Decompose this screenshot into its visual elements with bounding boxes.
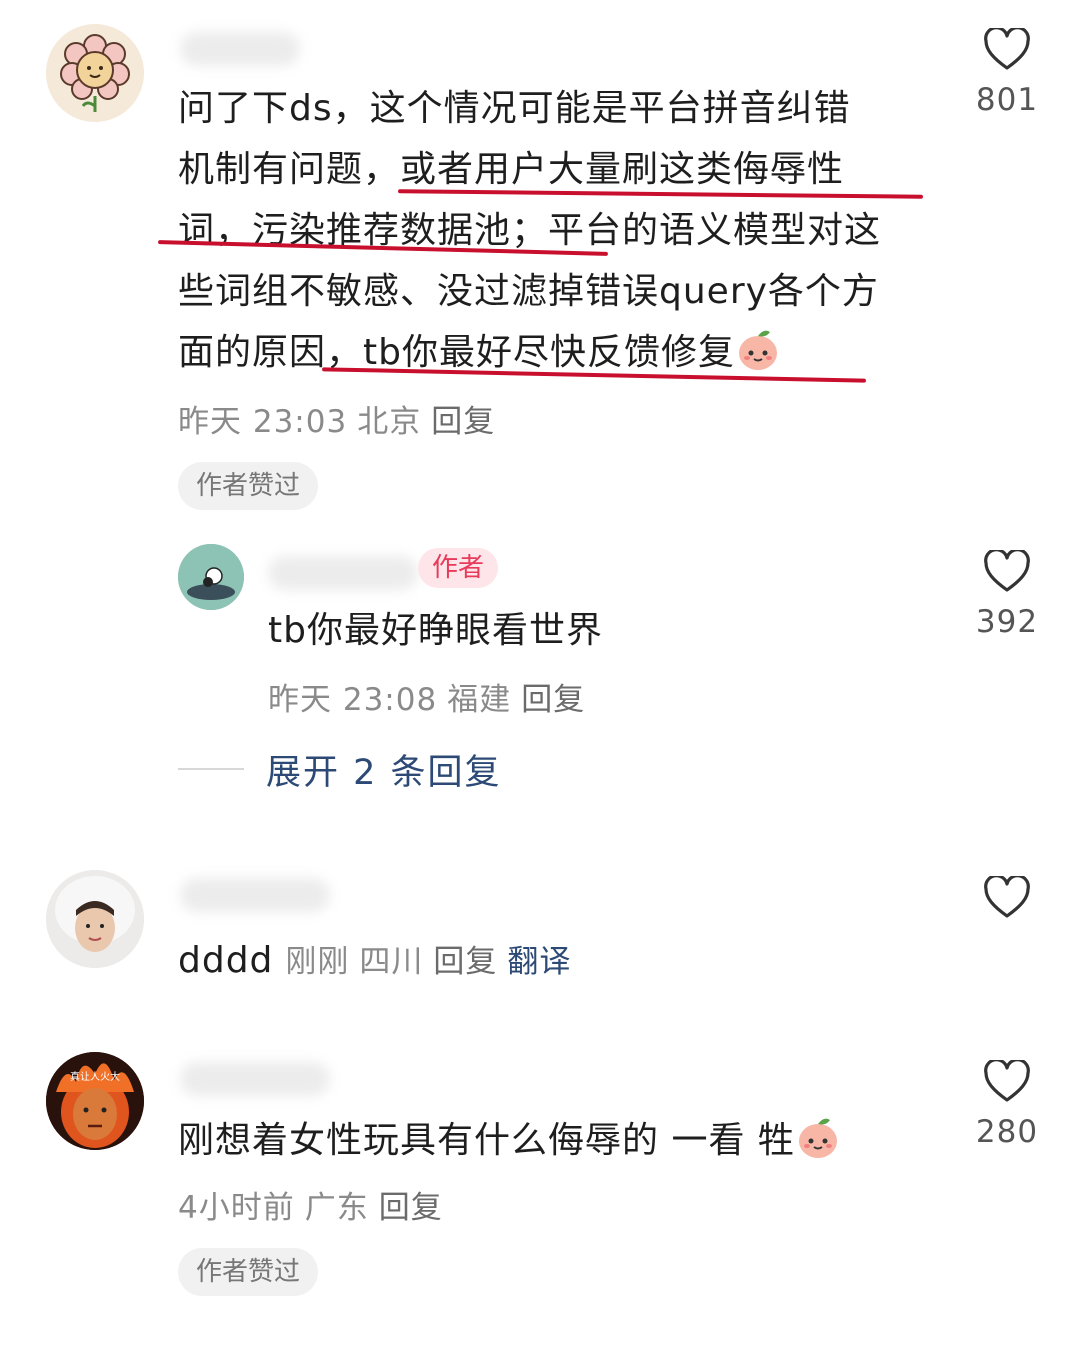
- comment-time: 4小时前: [178, 1190, 295, 1226]
- comment-meta: 昨天 23:03 北京 回复: [178, 396, 505, 441]
- heart-outline-icon: [984, 28, 1030, 70]
- like-count: 280: [975, 1114, 1039, 1150]
- comment-location: 广东: [304, 1190, 369, 1226]
- reply-button[interactable]: 回复: [433, 944, 497, 980]
- comment-location: 北京: [357, 404, 422, 440]
- reply-button[interactable]: 回复: [431, 404, 495, 440]
- author-liked-chip: 作者赞过: [178, 462, 319, 510]
- comment-text: 刚想着女性玩具有什么侮辱的 一看 牲: [178, 1110, 841, 1171]
- comment-location: 福建: [447, 682, 512, 718]
- comment-time: 昨天 23:08: [268, 682, 438, 718]
- heart-outline-icon: [984, 550, 1030, 592]
- comment-meta: 刚刚 四川 回复 翻译: [285, 944, 581, 980]
- username-blurred[interactable]: [180, 32, 300, 66]
- author-tag: 作者: [418, 548, 499, 588]
- username-blurred[interactable]: [180, 878, 330, 912]
- like-button[interactable]: 280: [970, 1060, 1044, 1150]
- comment-time: 昨天 23:03: [178, 404, 348, 440]
- comment-meta: 4小时前 广东 回复: [178, 1182, 453, 1227]
- comment-time: 刚刚: [285, 944, 350, 980]
- like-button[interactable]: 801: [970, 28, 1044, 118]
- expand-replies-link[interactable]: 展开 2 条回复: [266, 744, 502, 795]
- like-count: 392: [975, 604, 1039, 640]
- heart-outline-icon: [984, 1060, 1030, 1102]
- comment-text: dddd: [178, 940, 274, 981]
- username-blurred[interactable]: [268, 556, 418, 590]
- avatar-caption: 真让人火大: [70, 1070, 120, 1083]
- comment-line-text: 面的原因，tb你最好尽快反馈修复: [178, 332, 735, 373]
- peach-emoji-icon: [738, 330, 777, 370]
- reply-button[interactable]: 回复: [379, 1190, 443, 1226]
- avatar[interactable]: [46, 870, 144, 968]
- comment-meta: 昨天 23:08 福建 回复: [268, 674, 595, 719]
- like-count: 801: [975, 82, 1039, 118]
- reply-button[interactable]: 回复: [521, 682, 585, 718]
- peach-emoji-icon: [798, 1118, 837, 1158]
- comment-line-text: 刚想着女性玩具有什么侮辱的 一看 牲: [178, 1120, 795, 1161]
- translate-button[interactable]: 翻译: [507, 944, 571, 980]
- comment-location: 四川: [359, 944, 424, 980]
- avatar[interactable]: [178, 544, 244, 610]
- comment-text: 问了下ds，这个情况可能是平台拼音纠错 机制有问题，或者用户大量刷这类侮辱性 词…: [178, 78, 958, 383]
- divider: [178, 768, 244, 770]
- like-button[interactable]: [970, 876, 1044, 920]
- comment-row: dddd 刚刚 四川 回复 翻译: [178, 930, 581, 991]
- heart-outline-icon: [984, 876, 1030, 918]
- username-blurred[interactable]: [180, 1062, 330, 1096]
- reply-text: tb你最好睁眼看世界: [268, 610, 603, 651]
- comment-line: 问了下ds，这个情况可能是平台拼音纠错: [178, 88, 851, 129]
- avatar[interactable]: [46, 24, 144, 122]
- like-button[interactable]: 392: [970, 550, 1044, 640]
- avatar[interactable]: 真让人火大: [46, 1052, 144, 1150]
- comment-line: 些词组不敏感、没过滤掉错误query各个方: [178, 271, 879, 312]
- author-liked-chip: 作者赞过: [178, 1248, 319, 1296]
